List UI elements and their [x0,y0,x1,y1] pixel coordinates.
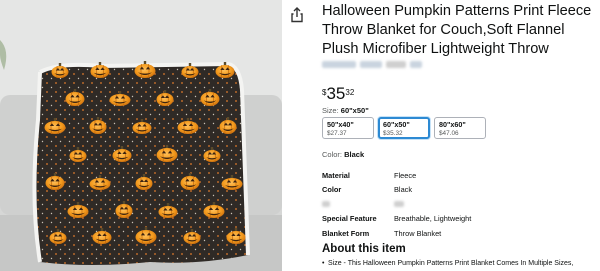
size-selected-value: 60"x50" [340,106,369,115]
blurred-text [410,61,422,68]
size-option-50x40[interactable]: 50"x40" $27.37 [322,117,374,139]
share-icon[interactable] [290,7,304,23]
product-image[interactable] [0,0,282,271]
price: $ 35 32 [322,85,354,103]
blurred-text [360,61,382,68]
spec-value-blurred [394,200,404,209]
color-label: Color: Black [322,150,364,159]
size-option-price: $47.06 [439,130,459,137]
about-heading: About this item [322,243,406,255]
spec-key-blurred [322,200,394,209]
about-bullet: Size - This Halloween Pumpkin Patterns P… [322,260,573,267]
size-option-name: 60"x50" [383,120,410,129]
size-option-name: 50"x40" [327,120,354,129]
product-details: Halloween Pumpkin Patterns Print Fleece … [322,0,600,271]
spec-row-special-feature: Special Feature Breathable, Lightweight [322,212,592,227]
store-link-blurred [322,61,422,68]
spec-value: Fleece [394,170,417,180]
spec-row-blanket-form: Blanket Form Throw Blanket [322,226,592,241]
size-option-price: $27.37 [327,130,347,137]
size-option-80x60[interactable]: 80"x60" $47.06 [434,117,486,139]
spec-value: Black [394,185,413,195]
size-label: Size: 60"x50" [322,106,369,115]
color-value: Black [344,150,365,159]
spec-key: Special Feature [322,214,377,224]
spec-key: Color [322,185,342,195]
spec-row-blurred [322,197,592,212]
price-whole: 35 [326,84,346,103]
product-specs: Material Fleece Color Black Special Feat… [322,168,592,241]
price-fraction: 32 [345,88,355,97]
spec-value: Breathable, Lightweight [394,214,472,224]
product-title: Halloween Pumpkin Patterns Print Fleece … [322,3,592,57]
spec-row-material: Material Fleece [322,168,592,183]
blurred-text [322,200,330,207]
blurred-text [322,61,356,68]
size-option-name: 80"x60" [439,120,466,129]
spec-row-color: Color Black [322,183,592,198]
color-label-text: Color: [322,150,343,159]
blurred-text [386,61,406,68]
spec-value: Throw Blanket [394,228,442,238]
size-option-60x50[interactable]: 60"x50" $35.32 [378,117,430,139]
blurred-text [394,200,404,207]
size-options: 50"x40" $27.37 60"x50" $35.32 80"x60" $4… [322,117,486,139]
size-label-text: Size: [322,106,339,115]
spec-key: Blanket Form [322,228,370,238]
size-option-price: $35.32 [383,130,403,137]
spec-key: Material [322,170,350,180]
